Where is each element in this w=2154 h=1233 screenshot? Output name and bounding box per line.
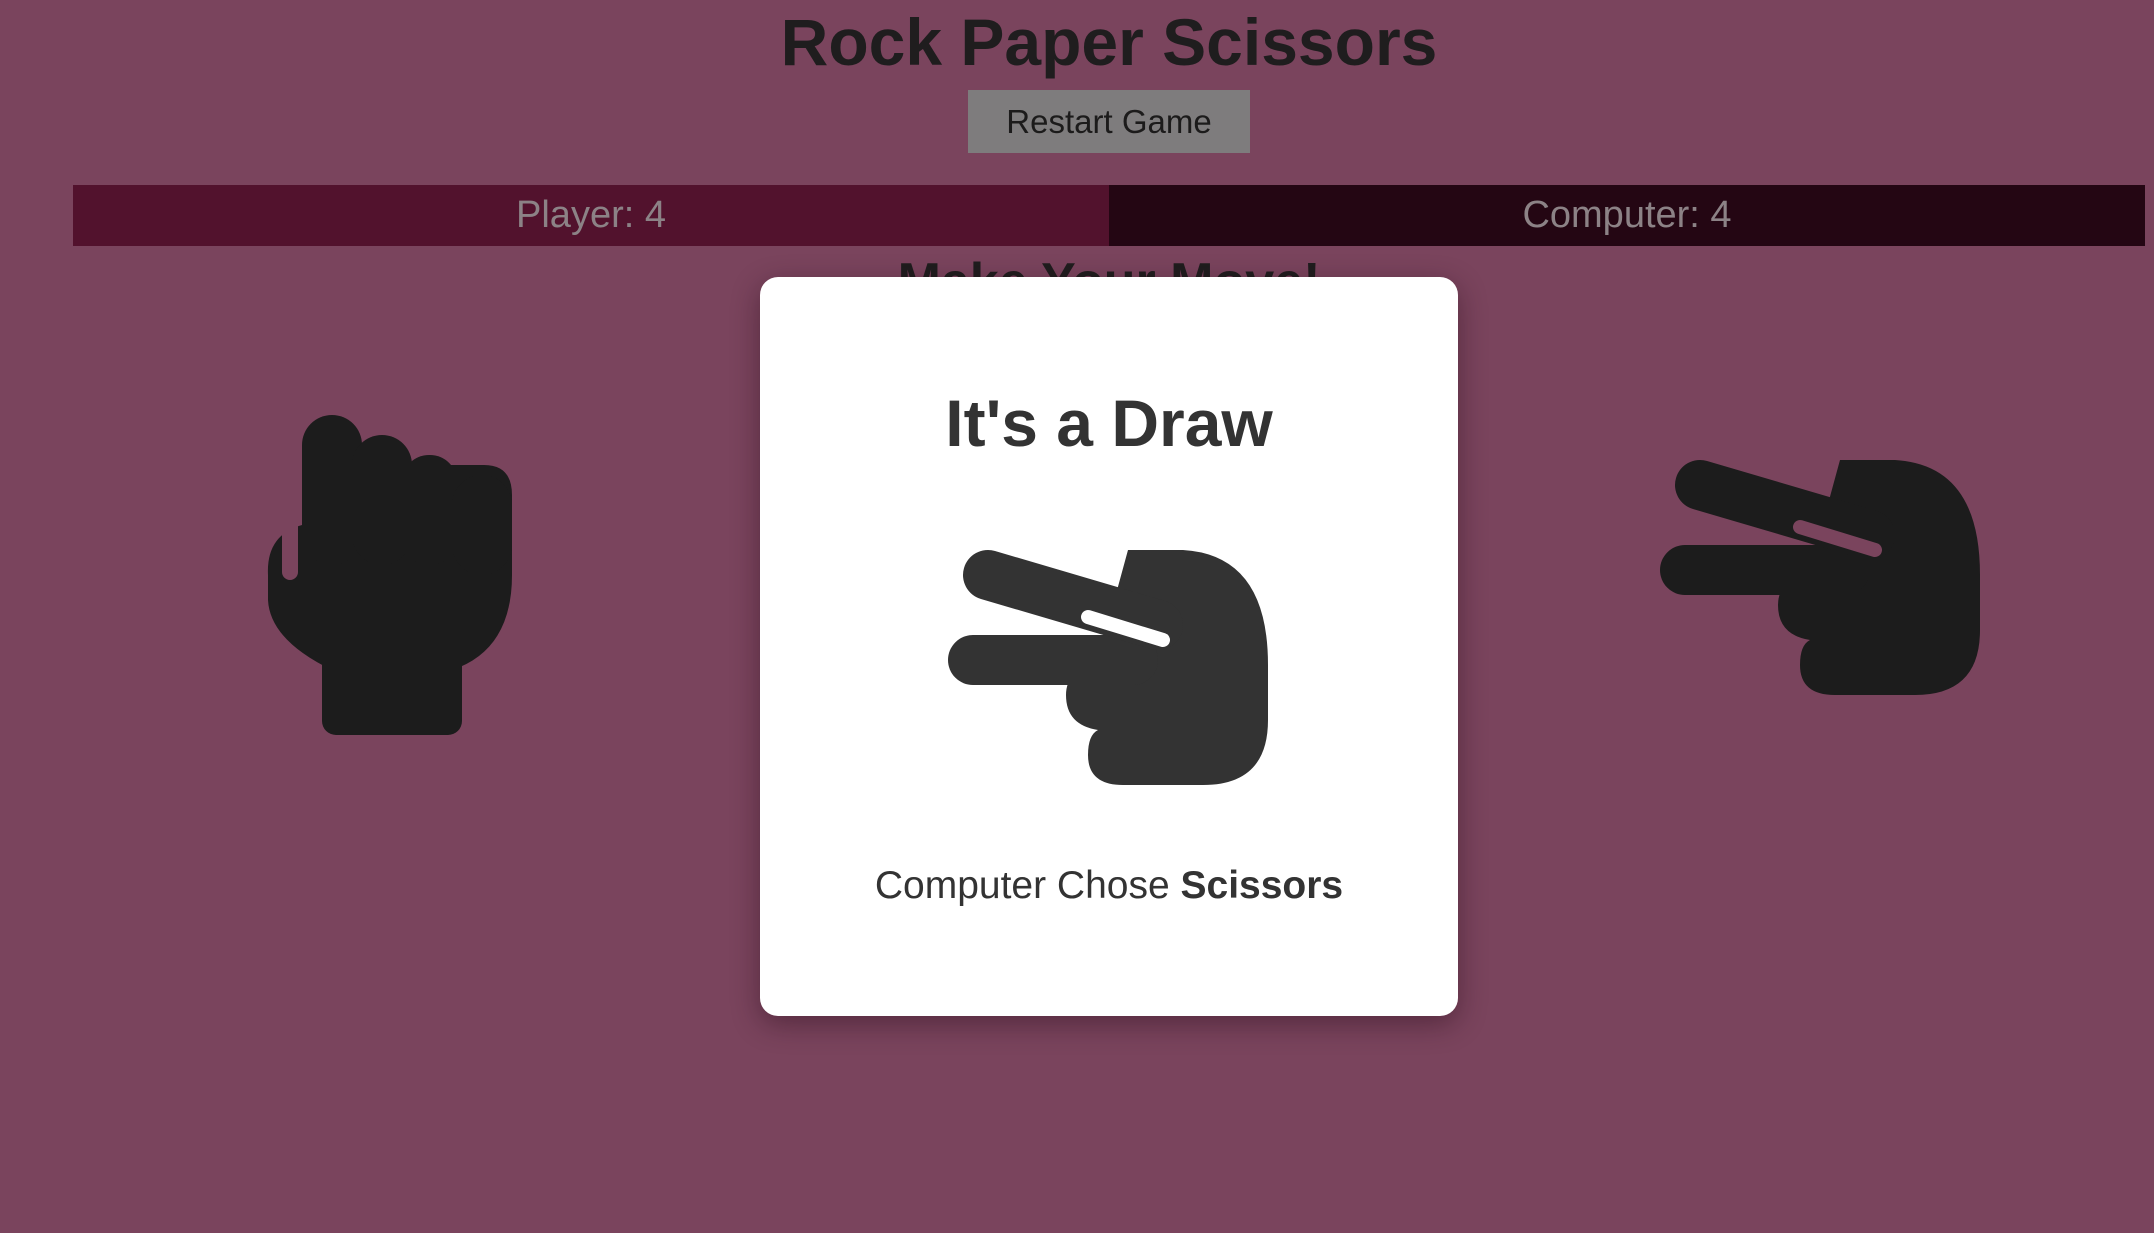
hand-scissors-icon <box>1660 460 1980 695</box>
restart-button[interactable]: Restart Game <box>968 90 1250 153</box>
result-text: Computer Chose Scissors <box>760 863 1458 909</box>
choice-scissors[interactable] <box>1660 455 1985 705</box>
player-score: Player: 4 <box>73 185 1109 246</box>
result-modal: It's a Draw Computer Chose Scissors <box>760 277 1458 1016</box>
computer-score: Computer: 4 <box>1109 185 2145 246</box>
result-title: It's a Draw <box>945 386 1273 460</box>
computer-choice: Scissors <box>1180 864 1344 907</box>
hand-rock-icon <box>267 415 512 735</box>
result-text-prefix: Computer Chose <box>874 864 1170 907</box>
hand-scissors-icon <box>948 550 1268 785</box>
result-icon <box>948 545 1273 795</box>
page-title: Rock Paper Scissors <box>780 5 1438 79</box>
choice-rock[interactable] <box>262 415 522 740</box>
scoreboard: Player: 4 Computer: 4 <box>73 185 2145 246</box>
game-page: Rock Paper Scissors Restart Game Player:… <box>0 0 2154 1233</box>
